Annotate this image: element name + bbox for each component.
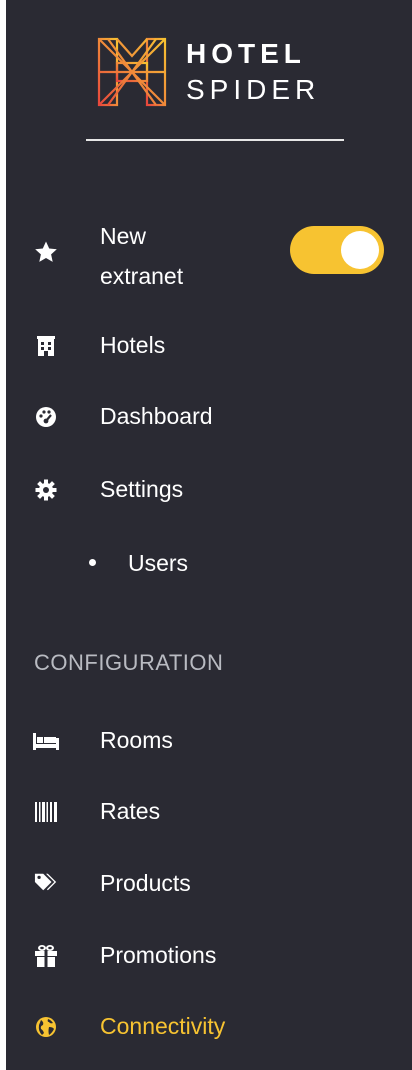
gear-icon [34, 478, 58, 502]
bed-icon [32, 729, 60, 753]
logo-text-hotel: HOTEL [186, 38, 306, 69]
nav-label-dashboard: Dashboard [100, 403, 213, 429]
section-header-configuration: CONFIGURATION [34, 650, 224, 675]
nav-label-products: Products [100, 870, 191, 896]
logo-text-spider: SPIDER [186, 74, 321, 105]
hotel-spider-logo[interactable]: HOTEL SPIDER [96, 36, 346, 108]
sidebar: HOTEL SPIDER New extranet Hotels Dashboa… [6, 0, 412, 1070]
gift-icon [34, 944, 58, 968]
bullet-icon [89, 559, 96, 566]
nav-label-new-extranet: New extranet [100, 223, 184, 289]
barcode-icon [34, 800, 58, 824]
nav-subitem-users[interactable]: Users [6, 542, 412, 582]
nav-label-connectivity: Connectivity [100, 1013, 226, 1039]
toggle-knob [341, 231, 379, 269]
star-icon [34, 240, 58, 264]
building-icon [34, 334, 58, 358]
nav-label-settings: Settings [100, 476, 184, 502]
globe-icon [34, 1015, 58, 1039]
nav-label-rooms: Rooms [100, 727, 173, 753]
logo-divider [86, 139, 344, 141]
new-extranet-toggle[interactable] [290, 226, 384, 274]
nav-label-hotels: Hotels [100, 332, 166, 358]
dashboard-icon [34, 405, 58, 429]
tags-icon [34, 870, 58, 894]
nav-label-promotions: Promotions [100, 942, 217, 968]
nav-label-users: Users [128, 550, 189, 576]
logo-mark-icon [97, 37, 167, 107]
nav-label-rates: Rates [100, 798, 161, 824]
